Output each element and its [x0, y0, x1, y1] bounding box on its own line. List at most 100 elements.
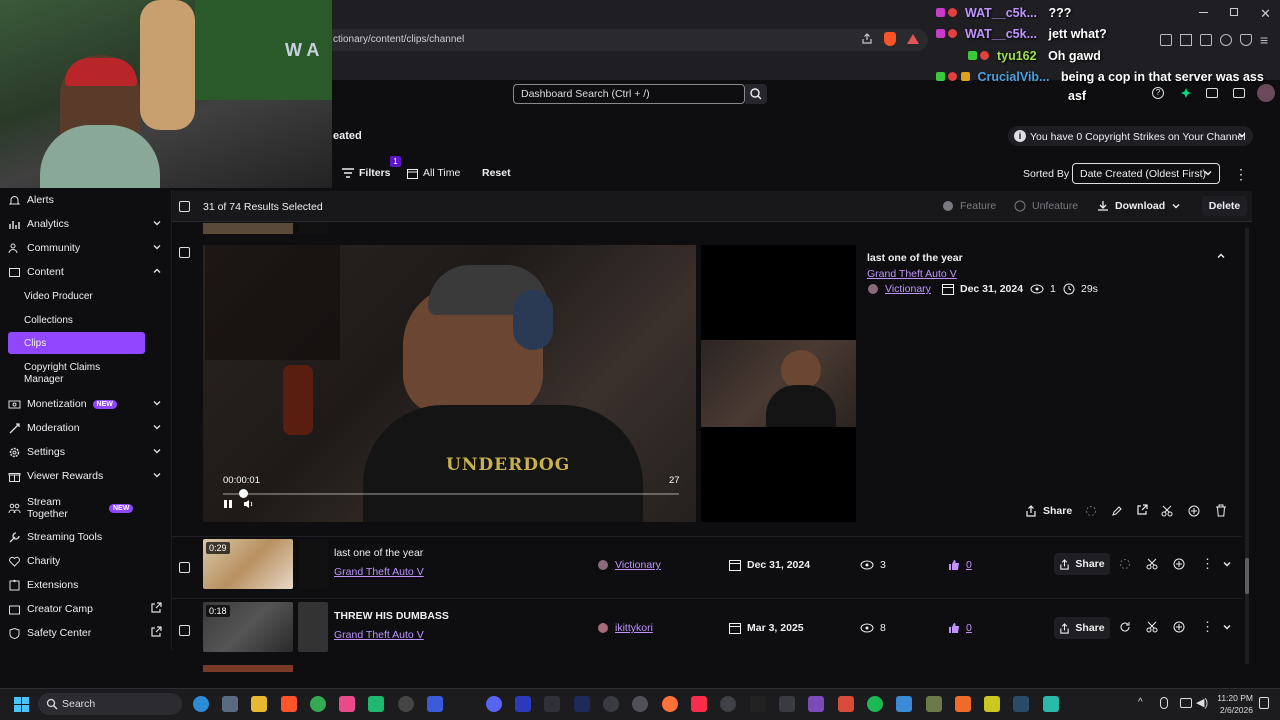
app-icon[interactable]: [808, 696, 824, 712]
clip-video-player[interactable]: UNDERDOG 00:00:01 27: [203, 245, 696, 522]
notification-icon[interactable]: [1259, 697, 1269, 709]
clock-date[interactable]: 2/6/2026: [1213, 705, 1253, 715]
brave-shield-icon[interactable]: [884, 32, 896, 46]
app-icon[interactable]: [720, 696, 736, 712]
sidebar-item-moderation[interactable]: Moderation: [0, 417, 170, 439]
row-creator[interactable]: Victionary: [597, 559, 661, 571]
share-button[interactable]: Share: [1025, 505, 1072, 517]
sidebar-item-viewer-rewards[interactable]: Viewer Rewards: [0, 465, 170, 487]
scissors-icon[interactable]: [1146, 558, 1160, 572]
trash-icon[interactable]: [1215, 504, 1229, 518]
brave-rewards-icon[interactable]: [907, 34, 919, 44]
app-icon[interactable]: [779, 696, 795, 712]
more-options-icon[interactable]: ⋮: [1201, 556, 1214, 572]
app-icon[interactable]: [368, 696, 384, 712]
scrollbar-track[interactable]: [1245, 228, 1249, 664]
row-creator[interactable]: ikittykori: [597, 622, 653, 634]
sidebar-item-settings[interactable]: Settings: [0, 441, 170, 463]
app-icon[interactable]: [838, 696, 854, 712]
add-to-collection-icon[interactable]: [1173, 621, 1187, 635]
network-icon[interactable]: [1180, 698, 1192, 708]
sidebar-item-clips[interactable]: Clips: [8, 332, 145, 354]
app-icon[interactable]: [955, 696, 971, 712]
scrollbar-thumb[interactable]: [1245, 558, 1249, 594]
all-time-button[interactable]: All Time: [407, 167, 460, 179]
app-icon[interactable]: [603, 696, 619, 712]
row-checkbox[interactable]: [179, 562, 190, 573]
more-options-icon[interactable]: ⋮: [1201, 619, 1214, 635]
add-to-collection-icon[interactable]: [1173, 558, 1187, 572]
edge-icon[interactable]: [193, 696, 209, 712]
pause-icon[interactable]: [223, 499, 233, 509]
taskbar-search[interactable]: [38, 693, 182, 715]
app-icon[interactable]: [544, 696, 560, 712]
sidebar-item-content[interactable]: Content: [0, 261, 170, 283]
row-likes-text[interactable]: 0: [966, 559, 972, 571]
sidebar-item-monetization[interactable]: Monetization NEW: [0, 393, 170, 415]
app-icon[interactable]: [398, 696, 414, 712]
loading-icon[interactable]: [1119, 558, 1133, 572]
sidebar-item-charity[interactable]: Charity: [0, 550, 170, 572]
feature-button[interactable]: Feature: [942, 200, 996, 212]
clip-creator[interactable]: Victionary: [867, 283, 931, 295]
row-creator-link[interactable]: ikittykori: [615, 622, 653, 634]
clip-checkbox[interactable]: [179, 247, 190, 258]
collapse-icon[interactable]: [1216, 251, 1226, 261]
sidebar-item-analytics[interactable]: Analytics: [0, 213, 170, 235]
music-app-icon[interactable]: [691, 696, 707, 712]
tray-chevron-icon[interactable]: ^: [1138, 697, 1143, 708]
sidebar-item-stream-together[interactable]: Stream Together NEW: [0, 494, 170, 522]
app-icon[interactable]: [750, 696, 766, 712]
loading-icon[interactable]: [1085, 505, 1099, 519]
add-to-collection-icon[interactable]: [1188, 505, 1202, 519]
sidebar-item-creator-camp[interactable]: Creator Camp: [0, 598, 170, 620]
row-share-button[interactable]: Share: [1054, 553, 1110, 575]
discord-icon[interactable]: [486, 696, 502, 712]
volume-icon[interactable]: [243, 499, 255, 509]
row-game-link[interactable]: Grand Theft Auto V: [334, 629, 424, 641]
clock-time[interactable]: 11:20 PM: [1217, 693, 1253, 703]
expand-icon[interactable]: [1222, 559, 1236, 573]
reset-button[interactable]: Reset: [482, 167, 511, 179]
progress-track[interactable]: [223, 493, 679, 495]
sidebar-item-alerts[interactable]: Alerts: [0, 189, 170, 211]
download-button[interactable]: Download: [1097, 200, 1187, 212]
unfeature-button[interactable]: Unfeature: [1014, 200, 1078, 212]
row-likes-text[interactable]: 0: [966, 622, 972, 634]
chrome-icon[interactable]: [310, 696, 326, 712]
row-checkbox[interactable]: [179, 625, 190, 636]
app-icon[interactable]: [984, 696, 1000, 712]
sidebar-item-copyright-claims[interactable]: Copyright Claims Manager: [8, 360, 128, 388]
sidebar-item-extensions[interactable]: Extensions: [0, 574, 170, 596]
refresh-icon[interactable]: [1119, 621, 1133, 635]
sidebar-item-collections[interactable]: Collections: [8, 310, 145, 330]
external-link-icon[interactable]: [1136, 504, 1150, 518]
firefox-icon[interactable]: [662, 696, 678, 712]
spotify-icon[interactable]: [867, 696, 883, 712]
app-icon[interactable]: [515, 696, 531, 712]
app-icon[interactable]: [1043, 696, 1059, 712]
more-options-icon[interactable]: ⋮: [1234, 166, 1248, 183]
edit-icon[interactable]: [1111, 505, 1125, 519]
sidebar-item-safety-center[interactable]: Safety Center: [0, 622, 170, 644]
file-explorer-icon[interactable]: [251, 696, 267, 712]
volume-tray-icon[interactable]: ◀): [1196, 696, 1208, 709]
app-icon[interactable]: [926, 696, 942, 712]
app-icon[interactable]: [427, 696, 443, 712]
brave-icon[interactable]: [281, 696, 297, 712]
delete-button[interactable]: Delete: [1202, 196, 1247, 216]
scissors-icon[interactable]: [1146, 621, 1160, 635]
app-icon[interactable]: [339, 696, 355, 712]
row-game-link[interactable]: Grand Theft Auto V: [334, 566, 424, 578]
app-icon[interactable]: [632, 696, 648, 712]
app-icon[interactable]: [896, 696, 912, 712]
photoshop-icon[interactable]: [574, 696, 590, 712]
settings-app-icon[interactable]: [222, 696, 238, 712]
microphone-icon[interactable]: [1160, 697, 1168, 709]
sidebar-item-community[interactable]: Community: [0, 237, 170, 259]
clip-game-link[interactable]: Grand Theft Auto V: [867, 268, 957, 280]
windows-start-icon[interactable]: [14, 697, 29, 712]
share-page-icon[interactable]: [861, 33, 877, 49]
steam-icon[interactable]: [1013, 696, 1029, 712]
row-share-button[interactable]: Share: [1054, 617, 1110, 639]
